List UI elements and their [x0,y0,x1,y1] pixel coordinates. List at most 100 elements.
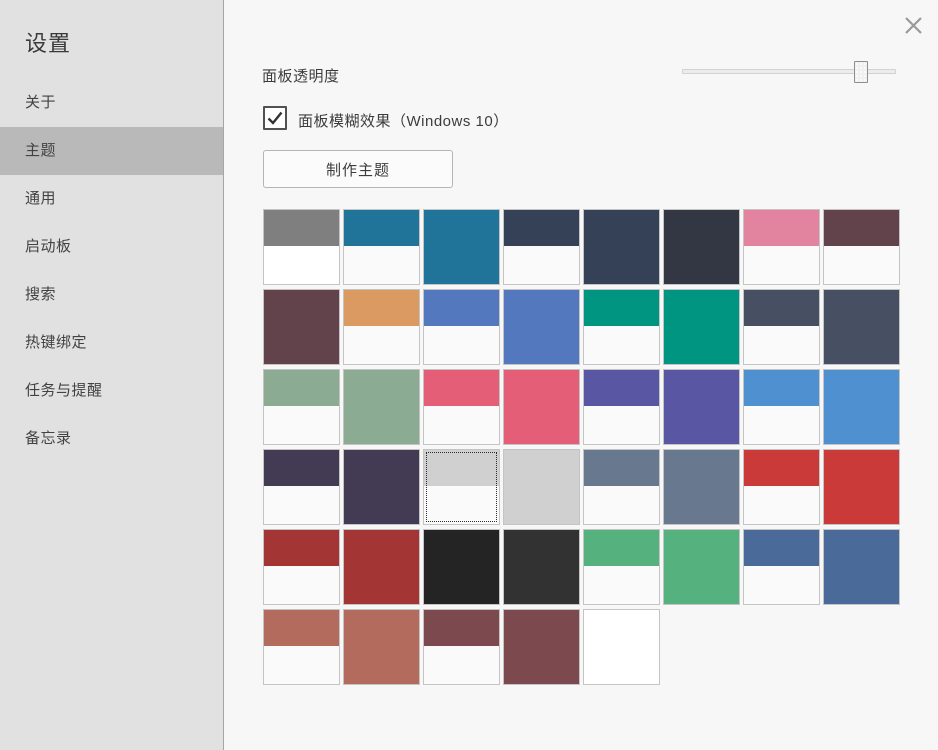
theme-swatch-background-color [824,326,899,364]
theme-swatch-background-color [744,246,819,284]
theme-swatch[interactable] [343,529,420,605]
theme-swatch-panel-color [424,210,499,246]
theme-swatch[interactable] [503,529,580,605]
theme-swatch-background-color [264,246,339,284]
sidebar-item-3[interactable]: 启动板 [0,223,223,271]
theme-swatch-background-color [424,326,499,364]
theme-swatch[interactable] [823,289,900,365]
theme-swatch-panel-color [664,210,739,246]
settings-sidebar: 设置 关于主题通用启动板搜索热键绑定任务与提醒备忘录 [0,0,224,750]
theme-swatch-panel-color [664,450,739,486]
theme-swatch-panel-color [424,530,499,566]
theme-swatch-background-color [504,646,579,684]
theme-swatch-panel-color [824,450,899,486]
sidebar-item-5[interactable]: 热键绑定 [0,319,223,367]
theme-swatch[interactable] [343,209,420,285]
theme-swatch[interactable] [663,369,740,445]
theme-swatch-background-color [664,486,739,524]
theme-swatch-background-color [584,486,659,524]
theme-swatch[interactable] [823,529,900,605]
make-theme-button[interactable]: 制作主题 [263,150,453,188]
sidebar-item-1[interactable]: 主题 [0,127,223,175]
theme-swatch[interactable] [583,529,660,605]
theme-swatch[interactable] [743,529,820,605]
sidebar-item-6[interactable]: 任务与提醒 [0,367,223,415]
theme-swatch-background-color [344,566,419,604]
theme-swatch[interactable] [263,609,340,685]
theme-swatch-panel-color [664,530,739,566]
theme-swatch[interactable] [823,209,900,285]
theme-swatch-panel-color [424,290,499,326]
transparency-slider-track[interactable] [682,69,896,74]
blur-effect-checkbox[interactable] [263,106,287,130]
theme-swatch[interactable] [503,289,580,365]
theme-swatch-panel-color [744,450,819,486]
theme-swatch[interactable] [823,449,900,525]
sidebar-item-2[interactable]: 通用 [0,175,223,223]
theme-swatch-background-color [344,406,419,444]
theme-swatch[interactable] [663,209,740,285]
theme-swatch[interactable] [823,369,900,445]
theme-swatch[interactable] [743,369,820,445]
theme-swatch[interactable] [663,449,740,525]
theme-swatch-background-color [584,246,659,284]
theme-swatch[interactable] [743,209,820,285]
theme-swatch-panel-color [504,610,579,646]
theme-swatch-panel-color [504,210,579,246]
theme-swatch-panel-color [504,530,579,566]
theme-swatch-panel-color [424,450,499,486]
theme-swatch-background-color [824,486,899,524]
theme-swatch[interactable] [583,369,660,445]
theme-swatch[interactable] [263,529,340,605]
theme-swatch[interactable] [343,449,420,525]
theme-swatch[interactable] [583,209,660,285]
theme-swatch-panel-color [264,210,339,246]
close-button[interactable] [903,15,923,35]
theme-swatch-panel-color [584,450,659,486]
theme-swatch[interactable] [743,289,820,365]
theme-swatch[interactable] [423,449,500,525]
theme-swatch[interactable] [663,289,740,365]
theme-swatch[interactable] [423,209,500,285]
theme-swatch[interactable] [343,289,420,365]
theme-swatch[interactable] [503,369,580,445]
theme-swatch[interactable] [583,609,660,685]
theme-swatch[interactable] [263,449,340,525]
theme-swatch-panel-color [584,530,659,566]
transparency-slider-thumb[interactable] [854,61,868,83]
theme-swatch[interactable] [503,449,580,525]
theme-swatch-background-color [504,246,579,284]
sidebar-item-7[interactable]: 备忘录 [0,415,223,463]
theme-swatch[interactable] [263,369,340,445]
theme-swatch[interactable] [263,209,340,285]
theme-swatch-panel-color [744,530,819,566]
theme-swatch-panel-color [504,450,579,486]
theme-swatch[interactable] [423,609,500,685]
theme-swatch-background-color [344,486,419,524]
theme-swatch-panel-color [424,610,499,646]
theme-swatch[interactable] [343,369,420,445]
theme-swatch-panel-color [664,290,739,326]
theme-swatch[interactable] [343,609,420,685]
panel-transparency-label: 面板透明度 [262,65,340,86]
sidebar-item-0[interactable]: 关于 [0,79,223,127]
theme-swatch[interactable] [503,609,580,685]
theme-swatch-panel-color [744,210,819,246]
theme-swatch-background-color [824,566,899,604]
theme-swatch[interactable] [423,369,500,445]
theme-swatch-background-color [504,566,579,604]
theme-swatch[interactable] [423,289,500,365]
theme-swatch[interactable] [663,529,740,605]
theme-swatch-panel-color [824,530,899,566]
theme-swatch-background-color [744,326,819,364]
theme-swatch-panel-color [424,370,499,406]
theme-swatch[interactable] [583,289,660,365]
theme-swatch[interactable] [503,209,580,285]
sidebar-item-4[interactable]: 搜索 [0,271,223,319]
theme-swatch-panel-color [264,290,339,326]
theme-swatch[interactable] [263,289,340,365]
theme-swatch[interactable] [583,449,660,525]
theme-swatch-background-color [504,406,579,444]
theme-swatch[interactable] [743,449,820,525]
theme-swatch[interactable] [423,529,500,605]
